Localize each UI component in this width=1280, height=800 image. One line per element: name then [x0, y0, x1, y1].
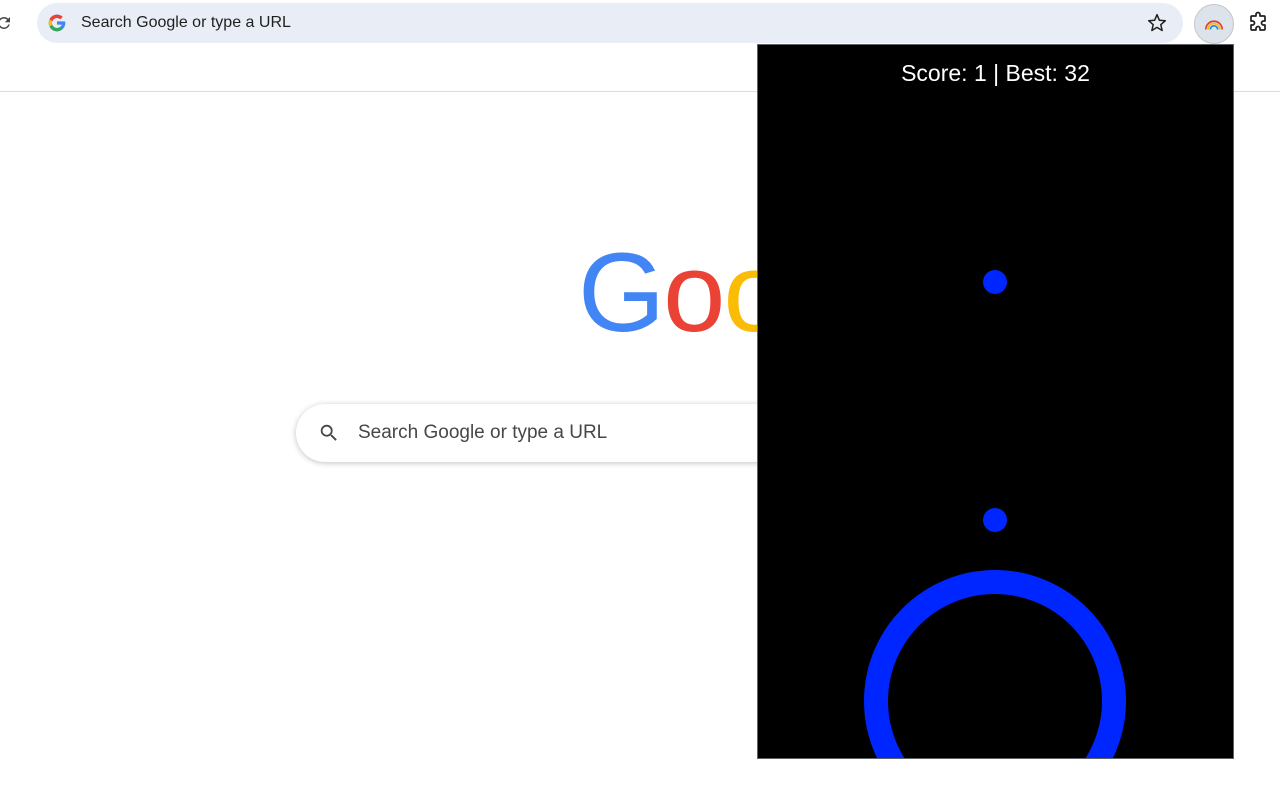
google-g-icon: [48, 14, 66, 32]
address-bar-text[interactable]: Search Google or type a URL: [81, 3, 291, 43]
score-display: Score: 1 | Best: 32: [901, 60, 1090, 86]
extension-popup-game[interactable]: Score: 1 | Best: 32: [757, 44, 1234, 759]
bookmark-star-icon[interactable]: [1147, 13, 1167, 33]
reload-icon[interactable]: [0, 11, 16, 35]
player-ring[interactable]: [864, 570, 1126, 759]
ball-bottom: [983, 508, 1007, 532]
search-icon: [320, 424, 337, 441]
browser-toolbar: Search Google or type a URL: [0, 0, 1280, 46]
rainbow-extension-button[interactable]: [1194, 4, 1234, 44]
address-bar[interactable]: Search Google or type a URL: [37, 3, 1183, 43]
rainbow-icon: [1204, 20, 1224, 30]
ball-top: [983, 270, 1007, 294]
extensions-puzzle-icon[interactable]: [1246, 11, 1270, 35]
logo-letter-g: G: [578, 230, 665, 355]
logo-letter-o1: o: [663, 230, 725, 355]
game-canvas[interactable]: [758, 45, 1234, 759]
ntp-search-placeholder[interactable]: Search Google or type a URL: [358, 404, 607, 462]
